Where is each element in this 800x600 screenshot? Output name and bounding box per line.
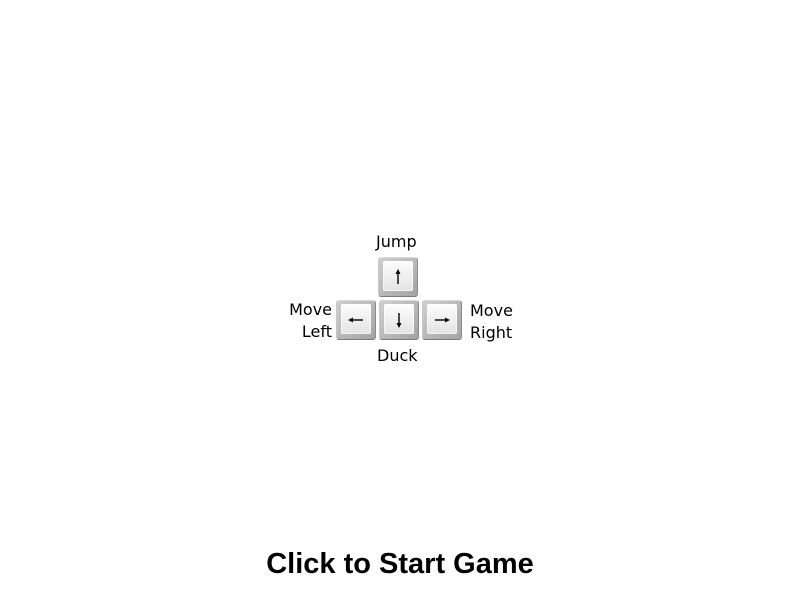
move-left-line1: Move <box>289 300 332 319</box>
arrow-right-icon <box>435 317 450 323</box>
jump-label: Jump <box>376 232 417 251</box>
arrow-up-icon <box>395 269 401 284</box>
arrow-down-icon <box>396 313 402 328</box>
game-canvas[interactable]: Jump Move Left Move Right Duck Click to … <box>0 0 800 600</box>
right-arrow-key <box>422 300 462 340</box>
move-right-line2: Right <box>470 323 513 342</box>
move-right-label: Move Right <box>470 300 513 344</box>
left-arrow-key <box>336 300 376 340</box>
up-arrow-key <box>378 257 418 297</box>
duck-label: Duck <box>377 346 418 365</box>
down-arrow-key <box>379 300 419 340</box>
start-game-prompt[interactable]: Click to Start Game <box>0 546 800 582</box>
move-right-line1: Move <box>470 301 513 320</box>
move-left-label: Move Left <box>270 299 332 343</box>
move-left-line2: Left <box>301 322 332 341</box>
arrow-left-icon <box>348 317 363 323</box>
